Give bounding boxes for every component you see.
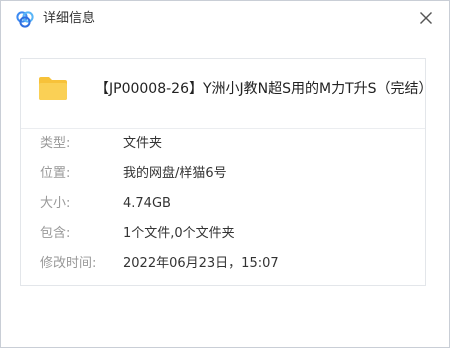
location-value: 我的网盘/样猫6号: [123, 166, 227, 181]
detail-row-size: 大小: 4.74GB: [21, 189, 425, 219]
file-name: 【JP00008-26】Y洲小J教N超S用的M力T升S（完结）: [95, 81, 433, 97]
size-label: 大小:: [40, 196, 71, 211]
folder-icon: [38, 75, 68, 101]
dialog-title: 详细信息: [43, 11, 96, 26]
detail-row-modified: 修改时间: 2022年06月23日，15:07: [21, 249, 425, 279]
modified-value: 2022年06月23日，15:07: [123, 256, 279, 271]
details-card: 【JP00008-26】Y洲小J教N超S用的M力T升S（完结） 类型: 文件夹 …: [20, 58, 433, 286]
detail-row-contains: 包含: 1个文件,0个文件夹: [21, 219, 425, 249]
details-list: 类型: 文件夹 位置: 我的网盘/样猫6号 大小: 4.74GB 包含: 1个文…: [21, 129, 425, 279]
detail-row-type: 类型: 文件夹: [21, 129, 425, 159]
title-bar[interactable]: 详细信息: [1, 1, 449, 37]
detail-row-location: 位置: 我的网盘/样猫6号: [21, 159, 425, 189]
size-value: 4.74GB: [123, 196, 171, 211]
close-icon: [420, 12, 432, 24]
details-dialog: 详细信息 【JP00008-26】Y洲小J教N超S用的M力T升S（完结） 类型:…: [0, 0, 450, 348]
contains-value: 1个文件,0个文件夹: [123, 226, 235, 241]
modified-label: 修改时间:: [40, 256, 97, 271]
type-label: 类型:: [40, 136, 71, 151]
contains-label: 包含:: [40, 226, 71, 241]
location-label: 位置:: [40, 166, 71, 181]
cloud-logo-icon: [15, 10, 35, 28]
close-button[interactable]: [413, 5, 439, 31]
file-header: 【JP00008-26】Y洲小J教N超S用的M力T升S（完结）: [21, 59, 433, 129]
type-value: 文件夹: [123, 136, 163, 151]
